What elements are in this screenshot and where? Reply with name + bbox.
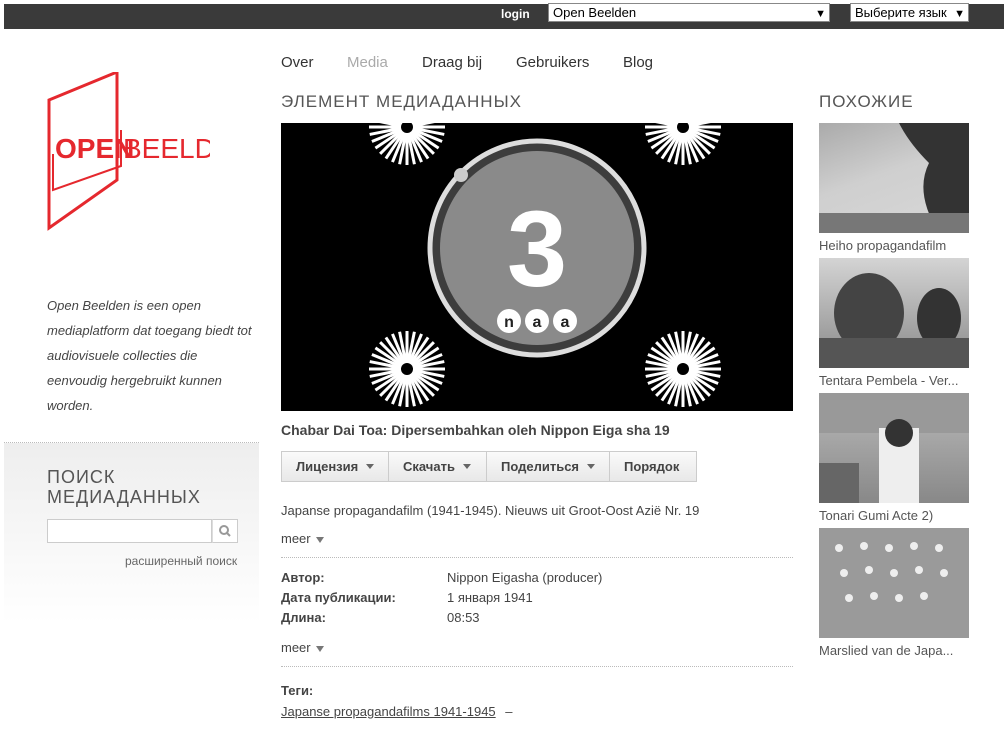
open-beelden-logo[interactable]: OPEN BEELDEN	[45, 72, 210, 232]
countdown-number: 3	[507, 188, 567, 309]
countdown-letter-a: a	[533, 314, 542, 331]
download-button-label: Скачать	[403, 459, 455, 474]
similar-title-1[interactable]: Heiho propagandafilm	[819, 238, 969, 253]
meta-value-author: Nippon Eigasha (producer)	[447, 570, 603, 585]
media-title: Chabar Dai Toa: Dipersembahkan oleh Nipp…	[281, 422, 670, 438]
caret-down-icon	[315, 645, 324, 652]
search-panel: ПОИСК МЕДИАДАННЫХ расширенный поиск	[4, 442, 259, 623]
countdown-frame: 3 n a a	[367, 123, 723, 409]
caret-down-icon	[315, 536, 324, 543]
chevron-down-icon: ▼	[954, 8, 965, 20]
share-button[interactable]: Поделиться	[486, 451, 610, 482]
video-player[interactable]: 3 n a a	[281, 123, 793, 411]
countdown-letter-n: n	[504, 314, 514, 331]
similar-thumbnail-2[interactable]	[819, 258, 969, 368]
countdown-letter-a-2: a	[561, 314, 570, 331]
language-select-value: Выберите язык	[855, 5, 947, 20]
action-toolbar: Лицензия Скачать Поделиться Порядок	[281, 451, 697, 482]
meta-value-length: 08:53	[447, 610, 480, 625]
site-select-value: Open Beelden	[553, 5, 637, 20]
more-link-description[interactable]: meer	[281, 531, 324, 546]
tag-list: Japanse propagandafilms 1941-1945 –	[281, 704, 513, 719]
search-input[interactable]	[47, 519, 212, 543]
license-button[interactable]: Лицензия	[281, 451, 389, 482]
nav-over[interactable]: Over	[281, 54, 314, 71]
download-button[interactable]: Скачать	[388, 451, 487, 482]
similar-title-2[interactable]: Tentara Pembela - Ver...	[819, 373, 969, 388]
chevron-down-icon: ▼	[815, 8, 826, 20]
language-select[interactable]: Выберите язык ▼	[850, 3, 969, 22]
site-select[interactable]: Open Beelden ▼	[548, 3, 830, 22]
similar-title-3[interactable]: Tonari Gumi Acte 2)	[819, 508, 969, 523]
meta-key-length: Длина:	[281, 610, 326, 625]
logo-text-beelden: BEELDEN	[123, 133, 210, 164]
search-button[interactable]	[212, 519, 238, 543]
media-description: Japanse propagandafilm (1941-1945). Nieu…	[281, 503, 700, 518]
about-text: Open Beelden is een open mediaplatform d…	[47, 298, 252, 413]
nav-media[interactable]: Media	[347, 54, 388, 71]
starburst-top-left	[367, 123, 447, 167]
similar-title-4[interactable]: Marslied van de Japa...	[819, 643, 969, 658]
media-heading: ЭЛЕМЕНТ МЕДИАДАННЫХ	[281, 92, 522, 111]
nav-blog[interactable]: Blog	[623, 54, 653, 71]
similar-heading: ПОХОЖИЕ	[819, 92, 914, 111]
search-title: ПОИСК МЕДИАДАННЫХ	[47, 467, 201, 507]
tag-separator: –	[505, 704, 513, 719]
login-link[interactable]: login	[501, 7, 530, 21]
nav-draag-bij[interactable]: Draag bij	[422, 54, 482, 71]
similar-thumbnail-1[interactable]	[819, 123, 969, 233]
more-link-meta[interactable]: meer	[281, 640, 324, 655]
advanced-search-link[interactable]: расширенный поиск	[125, 554, 237, 568]
order-button-label: Порядок	[624, 459, 680, 474]
caret-down-icon	[587, 464, 596, 469]
tag-link[interactable]: Japanse propagandafilms 1941-1945	[281, 704, 496, 719]
divider	[281, 557, 793, 558]
similar-thumbnail-4[interactable]	[819, 528, 969, 638]
similar-thumbnail-3[interactable]	[819, 393, 969, 503]
share-button-label: Поделиться	[501, 459, 580, 474]
nav-gebruikers[interactable]: Gebruikers	[516, 54, 589, 71]
divider	[281, 666, 793, 667]
order-button[interactable]: Порядок	[609, 451, 697, 482]
starburst-bottom-right	[643, 329, 723, 409]
meta-key-date: Дата публикации:	[281, 590, 396, 605]
caret-down-icon	[366, 464, 375, 469]
meta-value-date: 1 января 1941	[447, 590, 533, 605]
license-button-label: Лицензия	[296, 459, 359, 474]
starburst-bottom-left	[367, 329, 447, 409]
starburst-top-right	[643, 123, 723, 167]
caret-down-icon	[462, 464, 471, 469]
tags-label: Теги:	[281, 683, 314, 698]
search-icon	[219, 525, 231, 537]
meta-key-author: Автор:	[281, 570, 325, 585]
